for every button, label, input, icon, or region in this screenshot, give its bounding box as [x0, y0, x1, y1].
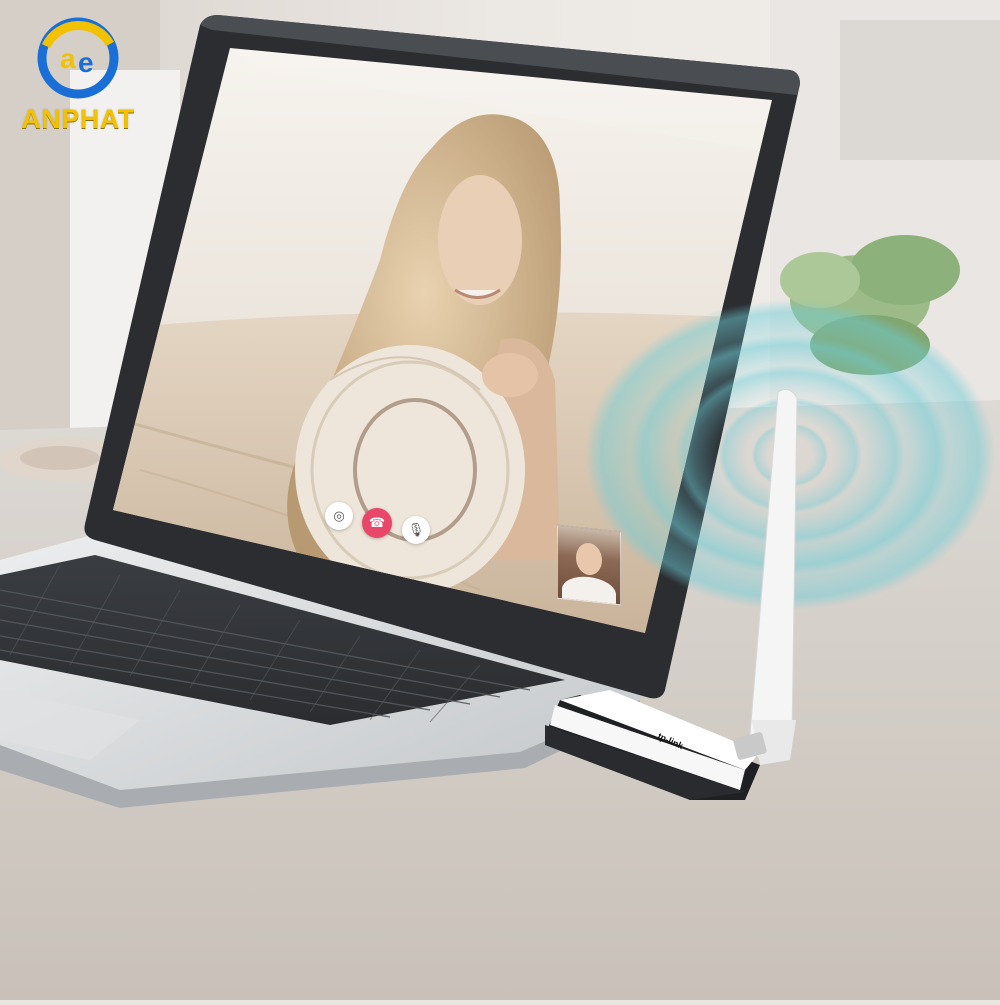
microphone-icon: 🎙 [407, 522, 425, 538]
product-photo: a e ANPHAT ◎ ☎ 🎙 tp-link [0, 0, 1000, 1000]
hang-up-button[interactable]: ☎ [362, 508, 392, 538]
svg-text:e: e [78, 47, 94, 78]
hang-up-icon: ☎ [368, 515, 386, 531]
self-view-face [576, 541, 602, 577]
scene-illustration [0, 0, 1000, 1000]
svg-text:a: a [60, 43, 76, 74]
logo-text: ANPHAT [21, 104, 135, 134]
camera-button[interactable]: ◎ [325, 502, 353, 530]
logo-mark-icon: a e [37, 17, 119, 99]
self-view-thumbnail [557, 524, 621, 606]
anphat-logo: a e ANPHAT [14, 14, 142, 144]
microphone-button[interactable]: 🎙 [402, 516, 430, 544]
camera-icon: ◎ [333, 508, 345, 524]
